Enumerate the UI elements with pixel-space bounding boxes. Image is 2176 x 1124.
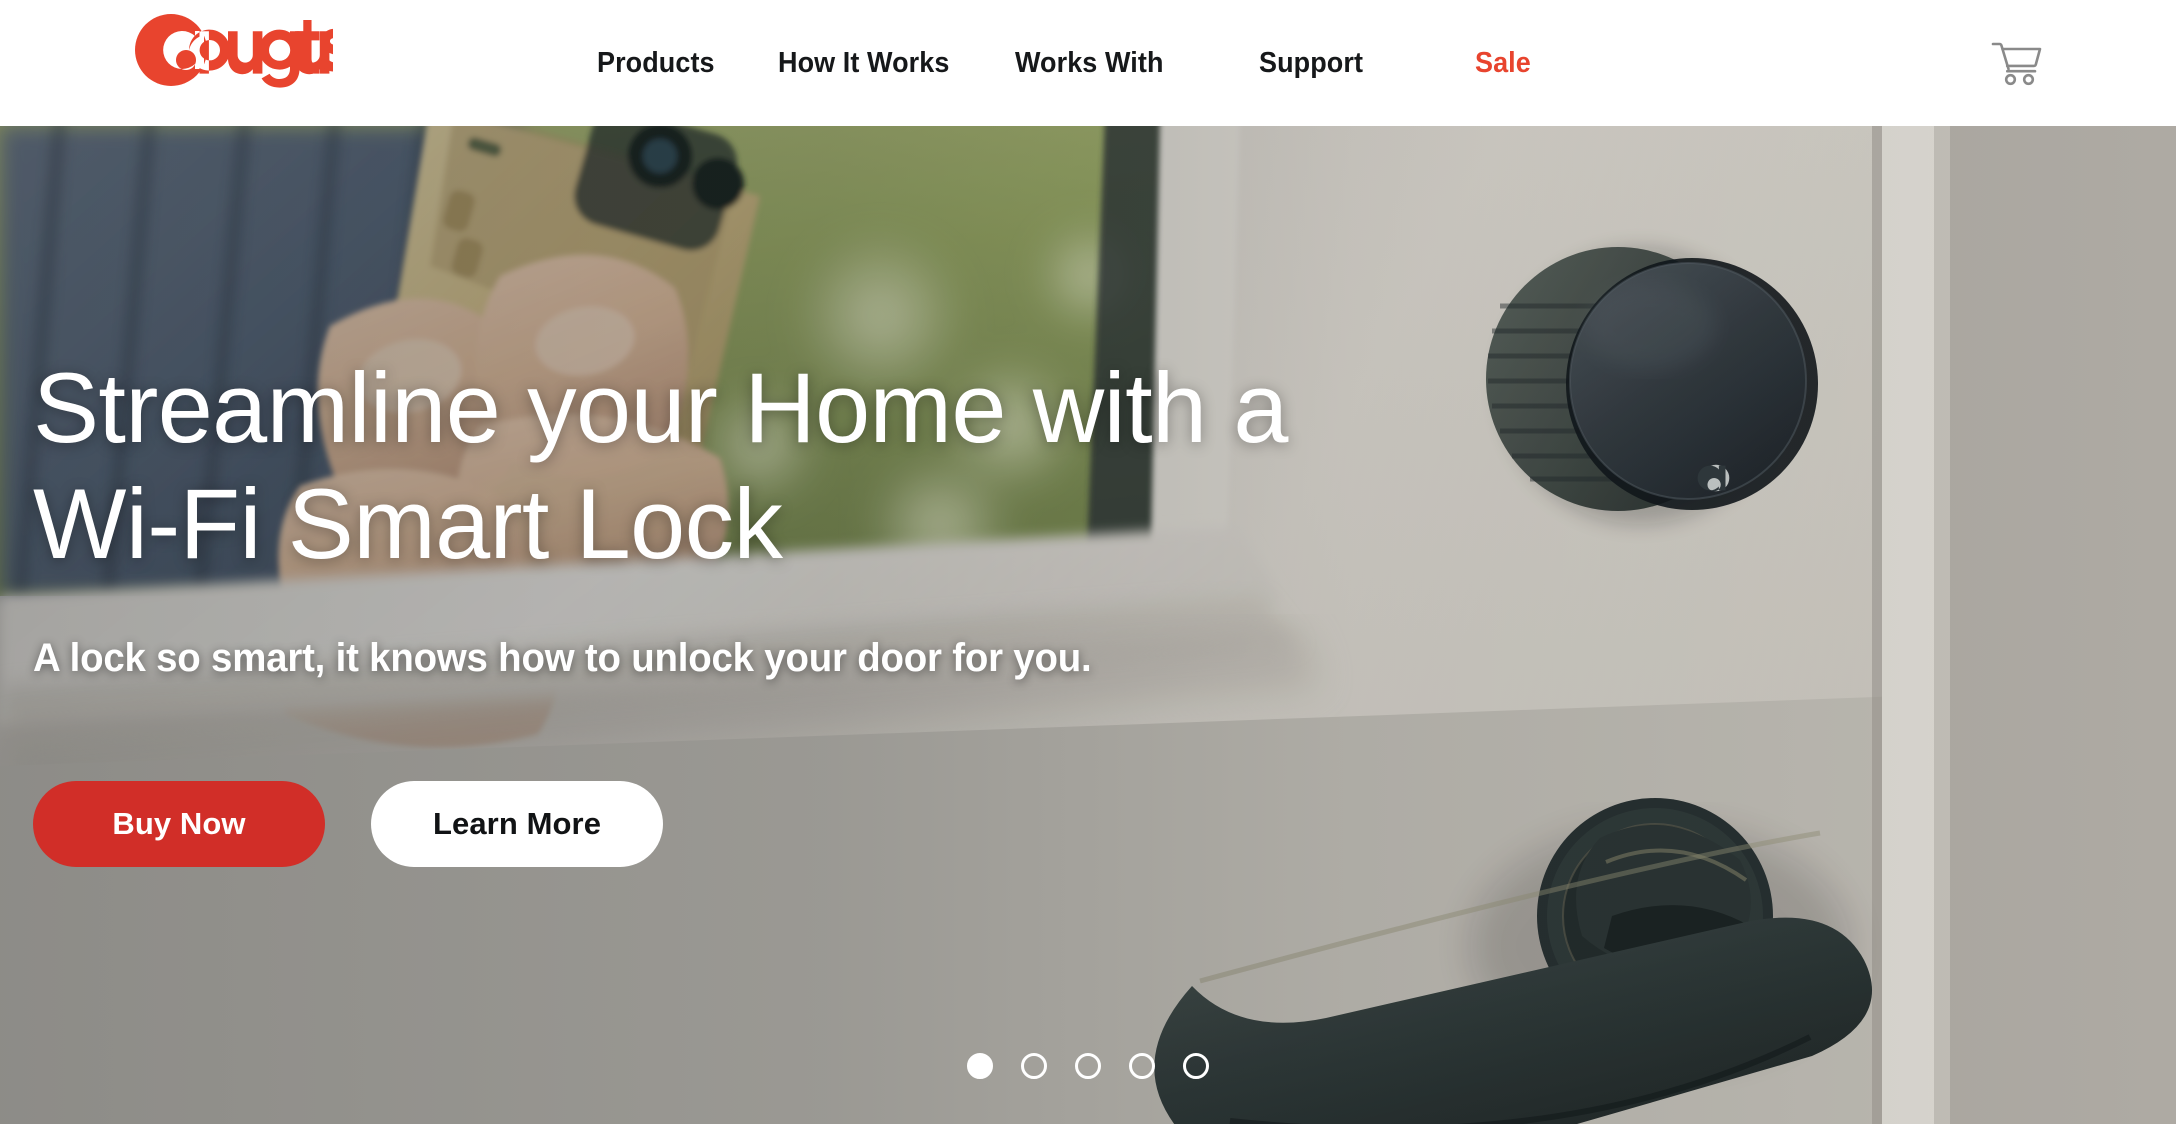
hero-headline: Streamline your Home with a Wi-Fi Smart … xyxy=(33,352,1288,579)
nav-item-how-it-works[interactable]: How It Works xyxy=(760,39,980,88)
nav-item-works-with[interactable]: Works With xyxy=(980,39,1210,88)
carousel-pagination xyxy=(967,1053,1209,1079)
hero-carousel-slide: Streamline your Home with a Wi-Fi Smart … xyxy=(0,126,2176,1124)
nav-item-sale[interactable]: Sale xyxy=(1420,39,1590,88)
nav-item-support[interactable]: Support xyxy=(1210,39,1420,88)
carousel-dot-2[interactable] xyxy=(1021,1053,1047,1079)
august-wordmark-icon xyxy=(135,14,349,88)
shopping-cart-icon xyxy=(1991,42,2042,86)
page-root: Products How It Works Works With Support… xyxy=(0,0,2176,1124)
nav-item-products[interactable]: Products xyxy=(560,39,760,88)
buy-now-button[interactable]: Buy Now xyxy=(33,780,325,867)
nav-link-sale[interactable]: Sale xyxy=(1475,39,1531,88)
carousel-dot-5[interactable] xyxy=(1183,1053,1209,1079)
nav-link-products[interactable]: Products xyxy=(597,39,715,88)
cart-button[interactable] xyxy=(1988,36,2046,90)
hero-cta-group: Buy Now Learn More xyxy=(33,780,1533,867)
carousel-dot-1[interactable] xyxy=(967,1053,993,1079)
august-logo[interactable] xyxy=(133,14,349,88)
site-header: Products How It Works Works With Support… xyxy=(0,0,2176,126)
carousel-dot-3[interactable] xyxy=(1075,1053,1101,1079)
nav-link-support[interactable]: Support xyxy=(1259,39,1363,88)
hero-subheadline: A lock so smart, it knows how to unlock … xyxy=(33,635,1092,680)
nav-link-works-with[interactable]: Works With xyxy=(1015,39,1164,88)
carousel-dot-4[interactable] xyxy=(1129,1053,1155,1079)
hero-content: Streamline your Home with a Wi-Fi Smart … xyxy=(33,126,1533,867)
learn-more-button[interactable]: Learn More xyxy=(371,780,663,867)
nav-link-how-it-works[interactable]: How It Works xyxy=(778,39,949,88)
primary-navigation: Products How It Works Works With Support… xyxy=(560,0,1590,126)
